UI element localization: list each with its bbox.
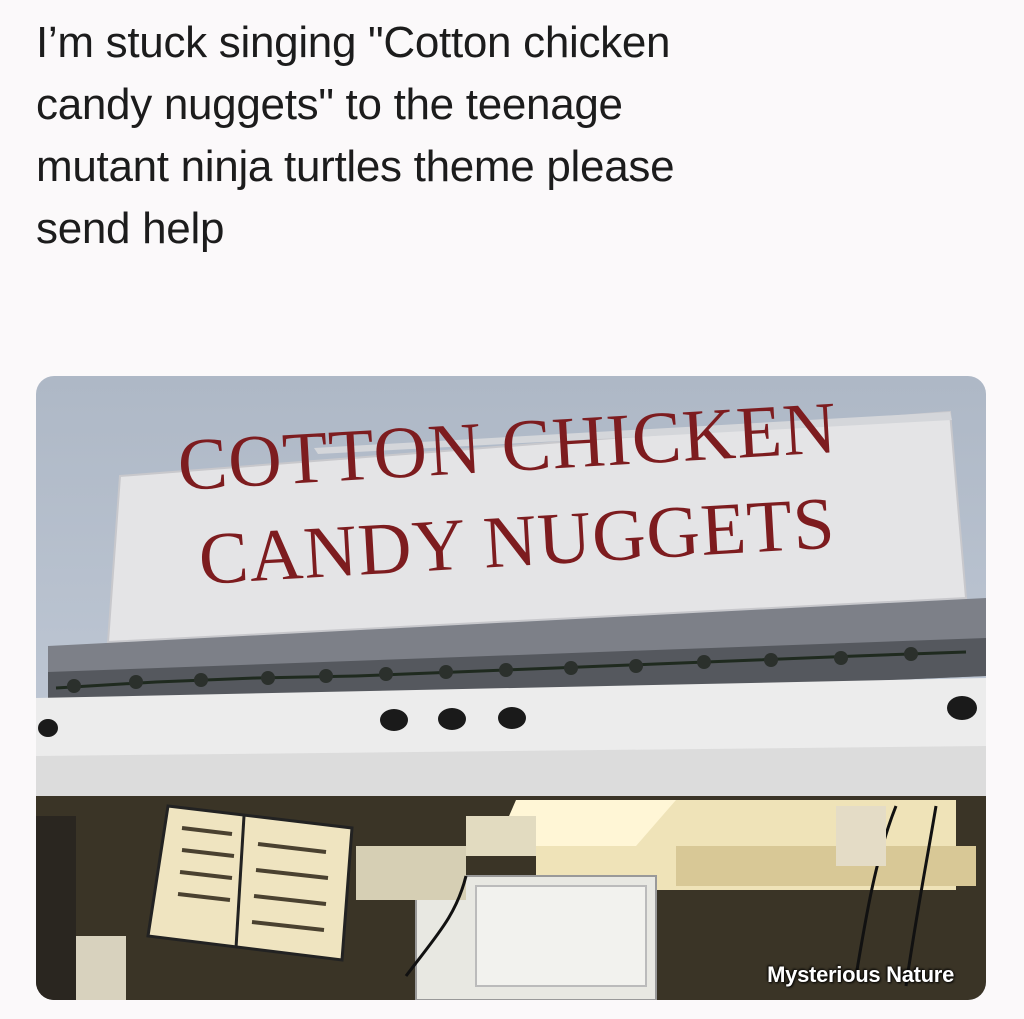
menu-board <box>146 804 354 962</box>
watermark: Mysterious Nature <box>767 962 954 987</box>
caption-line-2: candy nuggets" to the teenage <box>36 80 623 129</box>
caption-line-4: send help <box>36 204 225 253</box>
meme-caption: I’m stuck singing "Cotton chicken candy … <box>36 12 996 260</box>
caption-line-1: I’m stuck singing "Cotton chicken <box>36 18 671 67</box>
caption-line-3: mutant ninja turtles theme please <box>36 142 675 191</box>
food-truck-photo: COTTON CHICKEN CANDY NUGGETS Mysterious … <box>36 376 986 1000</box>
